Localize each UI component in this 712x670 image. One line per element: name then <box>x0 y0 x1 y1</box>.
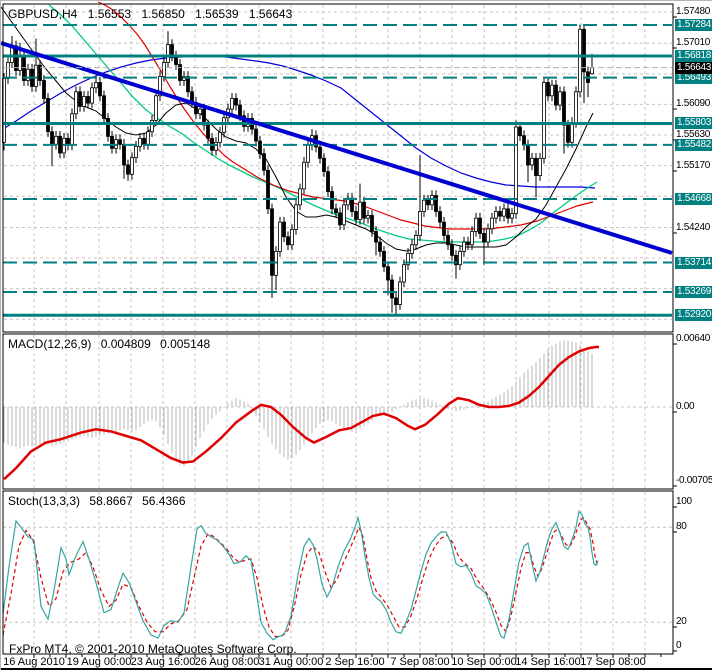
macd-histogram-layer <box>3 340 593 466</box>
chart-canvas[interactable] <box>1 1 712 670</box>
macd-signal-layer <box>3 345 599 481</box>
mt4-chart-window: GBPUSD,H4 1.56553 1.56850 1.56539 1.5664… <box>0 0 712 670</box>
trendline-layer <box>1 41 673 255</box>
levels-layer <box>3 24 672 317</box>
